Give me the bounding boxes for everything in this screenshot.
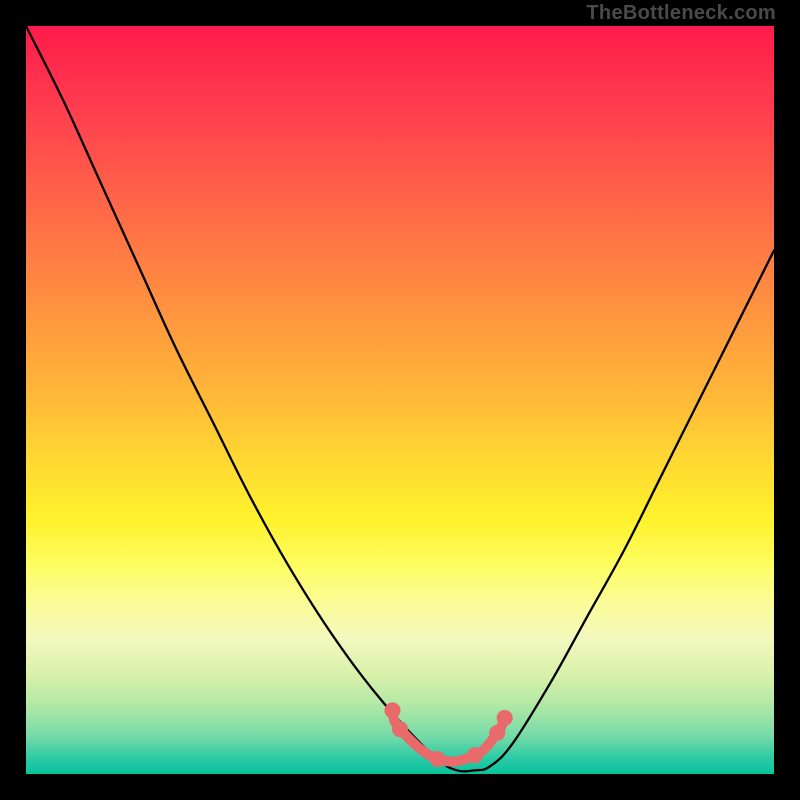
marker-dot — [385, 702, 401, 718]
watermark-text: TheBottleneck.com — [586, 2, 776, 25]
chart-svg — [26, 26, 774, 774]
marker-track-stroke — [393, 710, 505, 761]
bottleneck-curve — [26, 26, 774, 771]
marker-dot — [392, 721, 408, 737]
curve-layer — [26, 26, 774, 771]
marker-dot — [467, 747, 483, 763]
plot-area — [26, 26, 774, 774]
marker-dot — [497, 710, 513, 726]
marker-dot — [489, 725, 505, 741]
chart-frame: TheBottleneck.com — [0, 0, 800, 800]
marker-dot — [429, 751, 445, 767]
marker-track — [393, 710, 505, 761]
